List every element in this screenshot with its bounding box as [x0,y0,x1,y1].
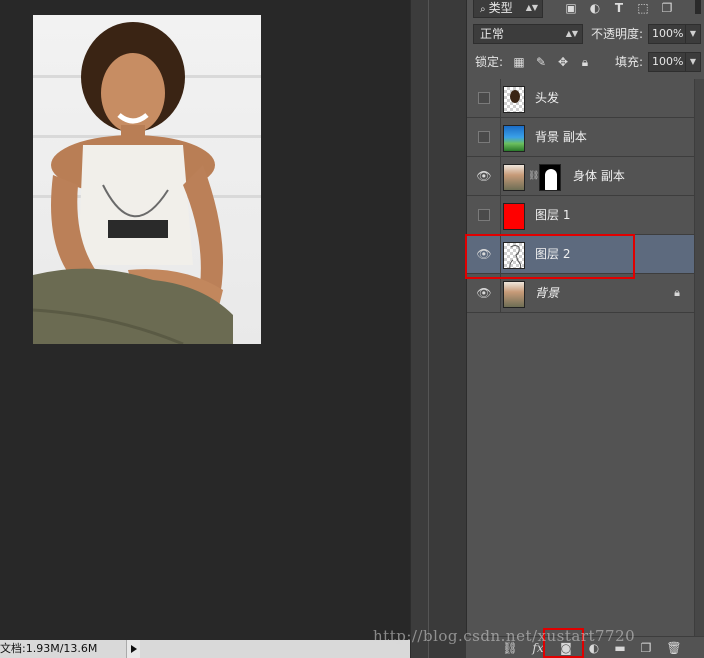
annotation-highlight-layer-2 [465,234,635,279]
filter-toggle[interactable] [695,0,701,14]
lock-label: 锁定: [475,55,504,69]
layer-thumbnail [503,86,525,113]
opacity-dropdown[interactable]: ▼ [685,24,701,44]
layer-row-body-copy[interactable]: 👁︎ ⛓︎ 身体 副本 [467,157,694,196]
layer-row-background[interactable]: 👁︎ 背景 🔒︎ [467,274,694,313]
smart-object-icon[interactable]: ❐ [659,0,675,16]
eye-icon: 👁︎ [476,169,492,183]
layer-name: 背景 副本 [535,130,587,144]
woman-figure [33,22,233,344]
brush-icon[interactable]: ✎ [533,54,549,70]
opacity-label: 不透明度: [591,27,644,41]
trash-icon[interactable]: 🗑︎ [666,640,682,656]
chevron-down-icon: ▼ [689,29,696,38]
shape-icon[interactable]: ⬚ [635,0,651,16]
status-bar: 文档:1.93M/13.6M [0,640,410,658]
layer-thumbnail [503,281,525,308]
opacity-input[interactable]: 100% [648,24,686,44]
blend-mode-select[interactable]: 正常 ▲▼ [473,24,583,44]
layer-row-hair[interactable]: 头发 [467,79,694,118]
chevron-updown-icon: ▲▼ [565,29,578,38]
layer-name: 图层 1 [535,208,571,222]
visibility-off-box [478,209,490,221]
visibility-toggle[interactable]: 👁︎ [467,274,501,313]
layer-mask-thumbnail[interactable] [539,164,561,191]
canvas-vertical-scrollbar[interactable] [410,0,428,658]
layer-thumbnail [503,125,525,152]
fill-input[interactable]: 100% [648,52,686,72]
visibility-off-box [478,131,490,143]
fill-dropdown[interactable]: ▼ [685,52,701,72]
eye-icon: 👁︎ [476,286,492,300]
layers-empty-area[interactable] [467,313,694,636]
layer-thumbnail [503,164,525,191]
layers-panel: ⌕ 类型 ▲▼ ▣ ◐ T ⬚ ❐ 正常 ▲▼ 不透明度: 100% ▼ 锁定: … [466,0,704,658]
visibility-toggle[interactable] [467,118,501,157]
layer-thumbnail [503,203,525,230]
text-T-icon[interactable]: T [611,0,627,16]
canvas-photo[interactable] [33,15,261,344]
filter-kind-select[interactable]: ⌕ 类型 ▲▼ [473,0,543,18]
image-icon[interactable]: ▣ [563,0,579,16]
layer-name: 身体 副本 [573,169,625,183]
status-menu-arrow-icon[interactable] [126,640,140,658]
layer-name: 背景 [535,286,560,300]
hair-shape [510,90,520,103]
panel-dock-gutter [428,0,466,658]
watermark-text: http://blog.csdn.net/xustart7720 [373,627,636,645]
link-icon: ⛓︎ [528,171,540,181]
circle-half-icon[interactable]: ◐ [587,0,603,16]
layer-row-background-copy[interactable]: 背景 副本 [467,118,694,157]
checker-icon[interactable]: ▦ [511,54,527,70]
doc-size-readout: 文档:1.93M/13.6M [0,642,98,655]
new-layer-icon[interactable]: ❐ [638,640,654,656]
layers-scrollbar[interactable] [694,79,704,636]
document-canvas-area[interactable]: 文档:1.93M/13.6M [0,0,410,658]
lock-icon: 🔒︎ [674,286,680,299]
chevron-updown-icon: ▲▼ [525,3,538,12]
search-icon: ⌕ [480,4,486,15]
layer-name: 头发 [535,91,560,105]
lock-icon[interactable]: 🔒︎ [577,54,593,70]
layer-row-layer-1[interactable]: 图层 1 [467,196,694,235]
visibility-toggle[interactable] [467,79,501,118]
visibility-off-box [478,92,490,104]
mask-shape [545,169,557,190]
chevron-down-icon: ▼ [689,57,696,66]
fill-label: 填充: [615,55,644,69]
visibility-toggle[interactable]: 👁︎ [467,157,501,196]
move-icon[interactable]: ✥ [555,54,571,70]
visibility-toggle[interactable] [467,196,501,235]
